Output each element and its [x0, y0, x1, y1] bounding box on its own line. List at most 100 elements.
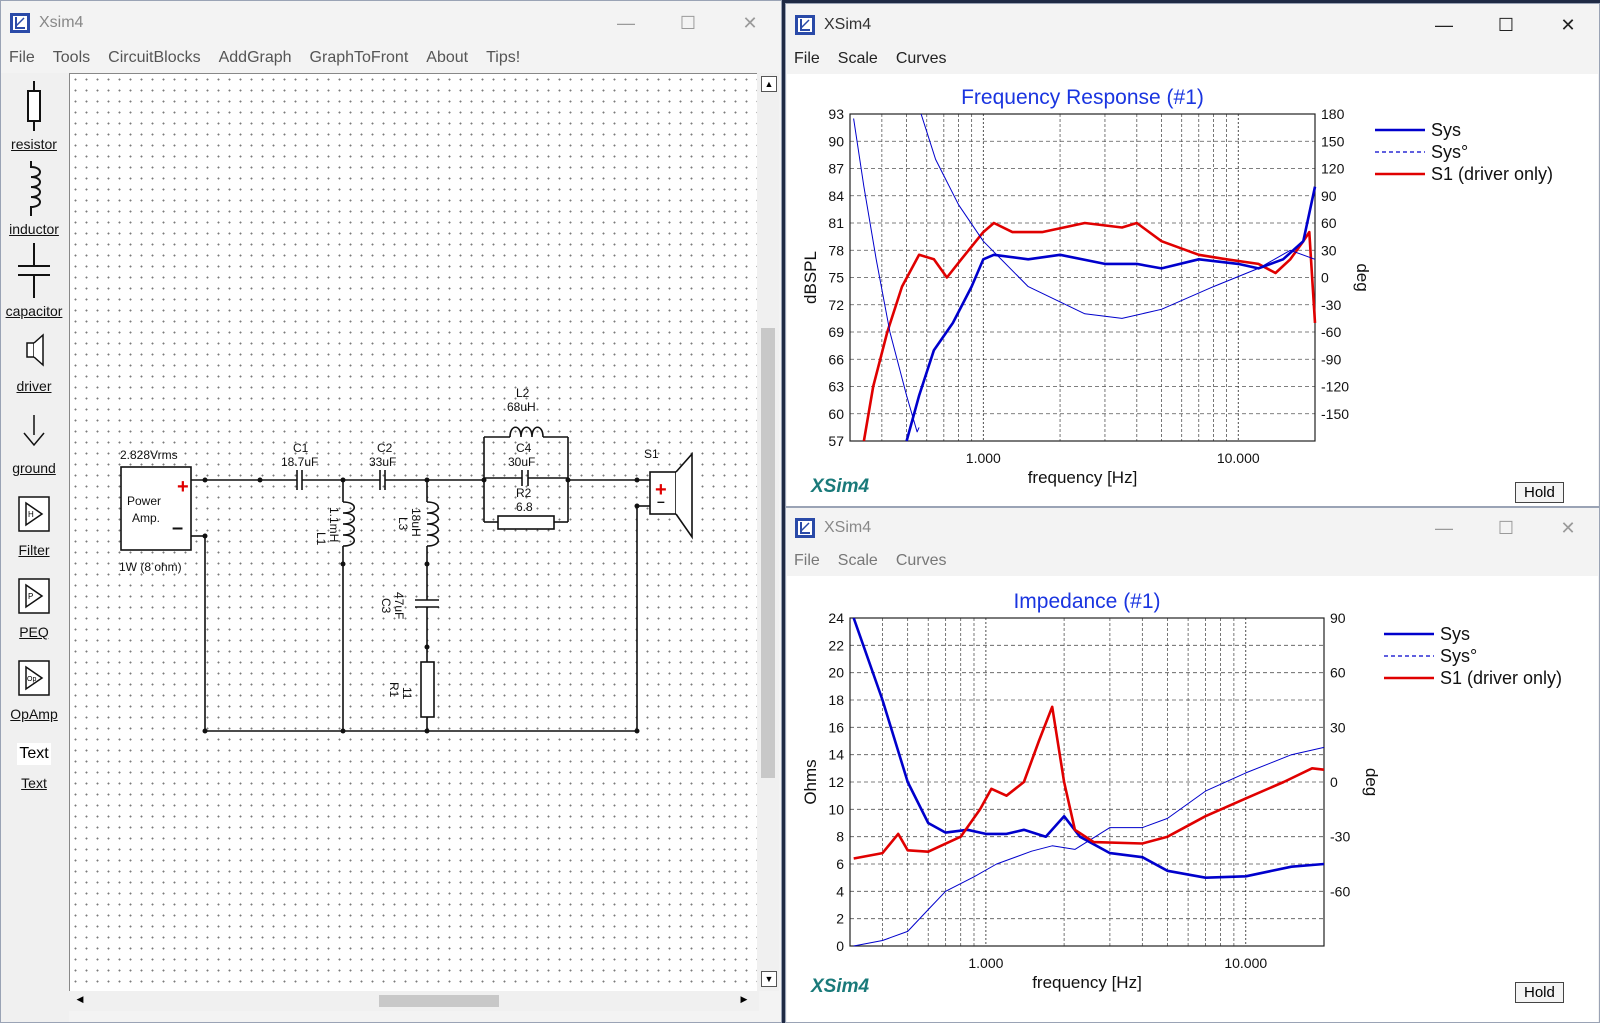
vertical-scrollbar[interactable]: ▲ ▼ — [757, 73, 779, 991]
scroll-left-arrow[interactable]: ◀ — [73, 994, 87, 1007]
chart-title: Impedance (#1) — [1013, 590, 1160, 613]
palette-resistor-label: resistor — [11, 136, 57, 152]
hold-button[interactable]: Hold — [1515, 482, 1564, 503]
menu-circuitblocks[interactable]: CircuitBlocks — [100, 49, 210, 67]
minimize-button[interactable]: — — [1413, 508, 1475, 550]
schematic-canvas[interactable]: + – + – 2.828Vrms Power Amp. 1W (8 ohm) … — [69, 73, 758, 992]
y-tick-label: 24 — [828, 610, 844, 626]
menu-scale[interactable]: Scale — [830, 50, 888, 68]
fr-titlebar[interactable]: XSim4 — ☐ ✕ — [786, 4, 1599, 46]
y-tick-label: 90 — [828, 133, 844, 149]
maximize-button[interactable]: ☐ — [1475, 508, 1537, 550]
y-tick-label: 0 — [836, 938, 844, 954]
menu-about[interactable]: About — [418, 49, 478, 67]
y-tick-label: 10 — [828, 801, 844, 817]
palette-ground[interactable]: ground — [1, 411, 67, 476]
menu-curves[interactable]: Curves — [888, 50, 957, 68]
minimize-button[interactable]: — — [595, 1, 657, 45]
palette-text[interactable]: Text Text — [1, 743, 67, 791]
y-tick-label: 66 — [828, 351, 844, 367]
y-tick-label: 75 — [828, 270, 844, 286]
maximize-button[interactable]: ☐ — [1475, 4, 1537, 47]
y2-tick-label: -150 — [1321, 406, 1349, 422]
palette-driver[interactable]: driver — [1, 329, 67, 394]
y-tick-label: 4 — [836, 883, 844, 899]
frequency-response-chart[interactable]: 93 90 87 84 81 78 75 72 69 66 63 60 57 180 150 120 90 60 3… — [787, 74, 1599, 506]
xsim-app-icon — [10, 13, 30, 33]
y2-tick-label: -30 — [1321, 297, 1341, 313]
y-tick-label: 6 — [836, 856, 844, 872]
l1-name: L1 — [314, 532, 328, 546]
scroll-up-arrow[interactable]: ▲ — [761, 76, 777, 92]
legend-entry: Sys — [1431, 120, 1461, 140]
scroll-down-arrow[interactable]: ▼ — [761, 971, 777, 987]
imp-menubar: File Scale Curves — [786, 548, 1599, 574]
schematic-titlebar[interactable]: Xsim4 — ☐ ✕ — [1, 1, 781, 45]
y2-tick-label: 30 — [1321, 242, 1337, 258]
horizontal-scrollbar[interactable]: ◀ ▶ — [69, 991, 759, 1011]
palette-capacitor[interactable]: capacitor — [1, 243, 67, 319]
amp-label-1: Power — [127, 494, 161, 508]
minimize-button[interactable]: — — [1413, 4, 1475, 47]
y-tick-label: 12 — [828, 774, 844, 790]
scroll-thumb[interactable] — [761, 328, 775, 778]
palette-resistor[interactable]: resistor — [1, 81, 67, 152]
series-line-sys- — [920, 113, 1316, 319]
imp-titlebar[interactable]: XSim4 — ☐ ✕ — [786, 508, 1599, 548]
svg-text:H: H — [28, 510, 34, 519]
palette-opamp[interactable]: Op OpAmp — [1, 657, 67, 722]
xsim-logo: XSim4 — [811, 976, 870, 997]
maximize-button[interactable]: ☐ — [657, 1, 719, 45]
menu-tools[interactable]: Tools — [45, 49, 100, 67]
menu-addgraph[interactable]: AddGraph — [211, 49, 302, 67]
xsim-app-icon — [795, 15, 815, 35]
menu-file[interactable]: File — [1, 49, 45, 67]
menu-file[interactable]: File — [786, 50, 830, 68]
close-button[interactable]: ✕ — [1537, 4, 1599, 47]
schematic-menubar: File Tools CircuitBlocks AddGraph GraphT… — [1, 45, 781, 71]
legend-entry: Sys — [1440, 624, 1470, 644]
capacitor-icon — [18, 243, 50, 298]
palette-ground-label: ground — [12, 460, 56, 476]
hold-button[interactable]: Hold — [1515, 982, 1564, 1003]
crossover-schematic: + – + – 2.828Vrms Power Amp. 1W (8 ohm) … — [119, 386, 693, 734]
menu-file[interactable]: File — [786, 552, 830, 570]
palette-opamp-label: OpAmp — [10, 706, 58, 722]
schematic-window: Xsim4 — ☐ ✕ File Tools CircuitBlocks Add… — [0, 0, 782, 1023]
amp-voltage-label: 2.828Vrms — [120, 448, 178, 462]
x-tick-label: 10.000 — [1224, 955, 1267, 971]
xsim-app-icon — [795, 518, 815, 538]
palette-inductor[interactable]: inductor — [1, 161, 67, 237]
palette-peq[interactable]: P PEQ — [1, 575, 67, 640]
r2-value: 6.8 — [516, 500, 533, 514]
y-tick-label: 8 — [836, 829, 844, 845]
s1-name: S1 — [644, 447, 659, 461]
y2-tick-label: 60 — [1330, 665, 1346, 681]
impedance-chart[interactable]: 2422201816141210864209060300-30-601.000 1… — [787, 576, 1599, 1022]
y-tick-label: 2 — [836, 911, 844, 927]
l3-value: 18uH — [409, 508, 423, 537]
y2-tick-label: -30 — [1330, 829, 1350, 845]
palette-driver-label: driver — [16, 378, 52, 394]
y2-tick-label: 120 — [1321, 161, 1345, 177]
close-button[interactable]: ✕ — [719, 1, 781, 45]
hscroll-thumb[interactable] — [379, 995, 499, 1007]
y-tick-label: 16 — [828, 719, 844, 735]
resistor-icon — [27, 81, 41, 131]
scroll-right-arrow[interactable]: ▶ — [737, 994, 751, 1007]
menu-graphtofront[interactable]: GraphToFront — [302, 49, 419, 67]
c2-name: C2 — [377, 441, 393, 455]
l2-name: L2 — [516, 386, 530, 400]
l2-value: 68uH — [507, 400, 536, 414]
close-button[interactable]: ✕ — [1537, 508, 1599, 550]
amp-power-label: 1W (8 ohm) — [119, 560, 182, 574]
filter-icon: H — [18, 496, 50, 532]
menu-curves[interactable]: Curves — [888, 552, 957, 570]
c3-name: C3 — [379, 598, 393, 614]
menu-scale[interactable]: Scale — [830, 552, 888, 570]
y-tick-label: 60 — [828, 406, 844, 422]
window-title: XSim4 — [824, 519, 872, 536]
y-tick-label: 87 — [828, 161, 844, 177]
palette-filter[interactable]: H Filter — [1, 493, 67, 558]
menu-tips[interactable]: Tips! — [478, 49, 530, 67]
